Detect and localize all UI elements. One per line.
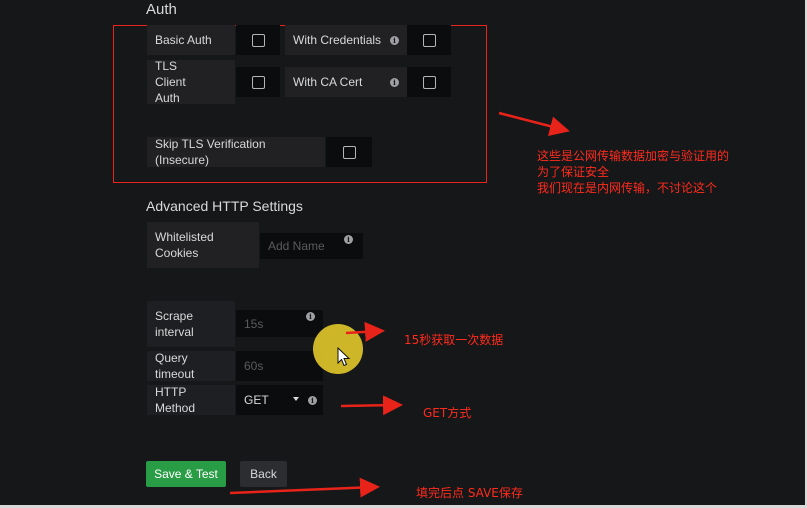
method-annotation: GET方式	[423, 406, 472, 420]
tls-annotation: 这些是公网传输数据加密与验证用的 为了保证安全 我们现在是内网传输，不讨论这个	[537, 148, 777, 196]
arrow-save-note	[229, 477, 380, 498]
tls-annotation-line2: 为了保证安全	[537, 165, 610, 179]
datasource-settings-screen: Auth Basic Auth With Credentials i TLS C…	[0, 0, 807, 508]
tls-annotation-line1: 这些是公网传输数据加密与验证用的	[537, 149, 730, 163]
tls-annotation-line3: 我们现在是内网传输，不讨论这个	[537, 181, 718, 195]
annotation-arrows	[229, 111, 570, 498]
save-annotation: 填完后点 SAVE保存	[416, 486, 523, 500]
arrow-tls-note	[498, 111, 570, 136]
arrow-scrape-note	[345, 321, 385, 342]
arrow-method-note	[340, 395, 403, 416]
scrape-annotation: 15秒获取一次数据	[404, 333, 504, 347]
